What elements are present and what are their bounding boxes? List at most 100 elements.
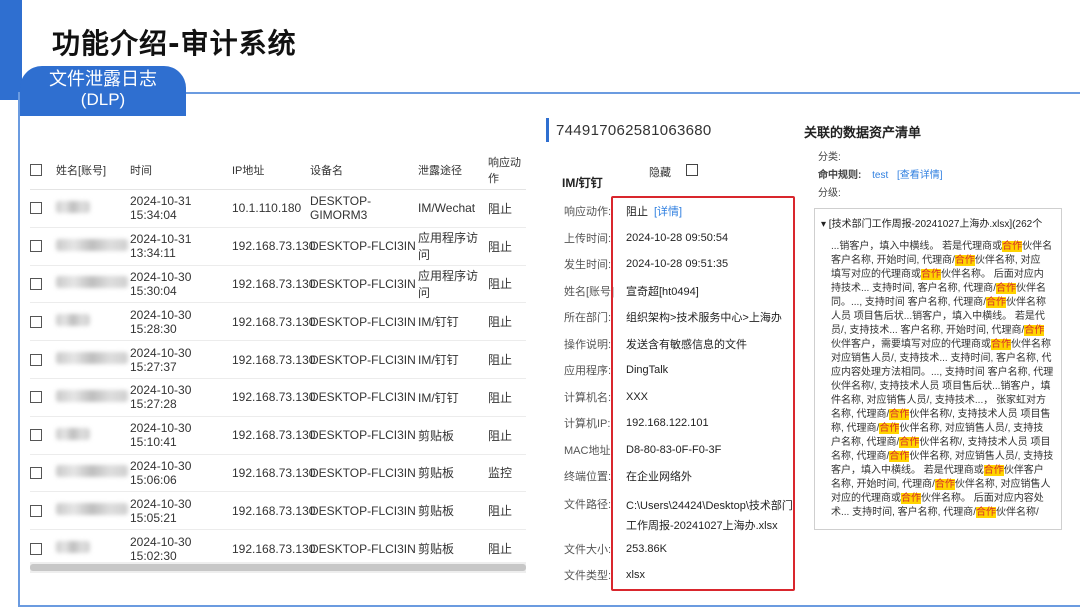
- row-select-checkbox[interactable]: [30, 429, 42, 442]
- row-select-checkbox[interactable]: [30, 240, 42, 253]
- row-device: DESKTOP-FLCI3IN: [310, 428, 416, 443]
- col-header-device[interactable]: 设备名: [310, 162, 418, 178]
- row-path: 应用程序访问: [418, 231, 479, 263]
- asset-file-toggle[interactable]: ▾ [技术部门工作周报-20241027上海办.xlsx](262个: [815, 209, 1061, 234]
- col-header-name[interactable]: 姓名[账号]: [50, 162, 130, 178]
- category-label: 分类:: [818, 152, 841, 163]
- row-select-checkbox[interactable]: [30, 315, 42, 328]
- keyword-highlight: 合作: [983, 465, 1004, 476]
- hide-label: 隐藏: [649, 167, 671, 179]
- snippet-text: 伙伴名称。 后面对应内容处: [921, 493, 1044, 504]
- row-path: 剪贴板: [418, 504, 455, 519]
- snippet-text: 对应的代理商或: [831, 493, 901, 504]
- snippet-text: 伙伴名称, 对应销售人员/, 支持技: [899, 423, 1044, 434]
- row-action: 阻止: [488, 504, 513, 519]
- row-checkbox: [30, 202, 50, 215]
- table-row[interactable]: 2024-10-30 15:06:06 192.168.73.130 DESKTOP…: [30, 455, 526, 493]
- row-time: 2024-10-30 15:28:30: [130, 307, 192, 336]
- snippet-text: 客户，填入中横线。 若是代理商或: [831, 465, 984, 476]
- table-row[interactable]: 2024-10-30 15:28:30 192.168.73.130 DESKTOP…: [30, 303, 526, 342]
- row-name-redacted: [50, 352, 130, 367]
- level-label: 分级:: [818, 188, 841, 199]
- redacted-name: [56, 238, 128, 251]
- row-name-redacted: [50, 541, 130, 556]
- row-select-checkbox[interactable]: [30, 353, 42, 366]
- row-path: 剪贴板: [418, 466, 455, 481]
- row-select-checkbox[interactable]: [30, 504, 42, 517]
- row-time: 2024-10-31 15:34:04: [130, 194, 192, 223]
- row-device: DESKTOP-FLCI3IN: [310, 239, 416, 254]
- snippet-text: 伙伴名称, 对应销售人: [954, 479, 1051, 490]
- row-select-checkbox[interactable]: [30, 391, 42, 404]
- snippet-line: 称, 代理商/合作伙伴名称, 对应销售人员/, 支持技: [831, 422, 1061, 436]
- keyword-highlight: 合作: [1024, 325, 1045, 336]
- row-action: 阻止: [488, 277, 513, 292]
- row-path: 剪贴板: [418, 542, 455, 557]
- snippet-text: 术... 支持时间, 客户名称, 代理商/: [831, 507, 977, 518]
- snippet-line: 件名称, 对应销售人员/, 支持技术...， 张家虹对方: [831, 394, 1061, 408]
- keyword-highlight: 合作: [921, 269, 941, 280]
- snippet-text: 填写对应的代理商或: [831, 269, 921, 280]
- row-action: 阻止: [488, 390, 513, 405]
- table-row[interactable]: 2024-10-30 15:27:37 192.168.73.130 DESKTOP…: [30, 341, 526, 379]
- col-header-time[interactable]: 时间: [130, 162, 232, 178]
- related-assets-panel: 关联的数据资产清单 分类: 命中规则: test [查看详情] 分级: ▾ [技…: [800, 110, 1062, 605]
- row-checkbox: [30, 277, 50, 290]
- snippet-text: 同。..., 支持时间 客户名称, 代理商/: [831, 297, 987, 308]
- snippet-text: 伙伴名称。 后面对应内: [941, 269, 1044, 280]
- snippet-text: 伙伴客户: [1003, 465, 1044, 476]
- hit-rule-value[interactable]: test: [872, 170, 888, 181]
- table-row[interactable]: 2024-10-30 15:10:41 192.168.73.130 DESKTOP…: [30, 417, 526, 455]
- dlp-log-table: 姓名[账号] 时间 IP地址 设备名 泄露途径 响应动作 2024-10-31 …: [30, 150, 526, 568]
- snippet-line: 名称, 开始时间, 代理商/合作伙伴名称, 对应销售人: [831, 478, 1061, 492]
- table-horizontal-scrollbar[interactable]: [30, 562, 526, 573]
- row-name-redacted: [50, 238, 130, 254]
- keyword-highlight: 合作: [889, 451, 910, 462]
- row-select-checkbox[interactable]: [30, 542, 42, 555]
- keyword-highlight: 合作: [986, 297, 1007, 308]
- row-action: 阻止: [488, 542, 513, 557]
- row-device: DESKTOP-FLCI3IN: [310, 503, 416, 518]
- row-path: IM/钉钉: [418, 390, 459, 405]
- hide-checkbox[interactable]: [686, 164, 698, 176]
- snippet-line: 伙伴客户，需要填写对应的代理商或合作伙伴名称: [831, 338, 1061, 352]
- snippet-text: 伙伴名称: [1011, 339, 1051, 350]
- snippet-line: 伙伴名称/, 支持技术人员 项目售后状...销客户，填: [831, 380, 1061, 394]
- row-time: 2024-10-30 15:30:04: [130, 269, 192, 298]
- keyword-highlight: 合作: [1002, 241, 1023, 252]
- row-select-checkbox[interactable]: [30, 202, 42, 215]
- snippet-line: ...销客户，填入中横线。 若是代理商或合作伙伴名: [831, 240, 1061, 254]
- keyword-highlight: 合作: [976, 507, 997, 518]
- col-header-action[interactable]: 响应动作: [488, 154, 526, 186]
- snippet-text: 称, 代理商/: [831, 423, 880, 434]
- row-ip: 192.168.73.130: [232, 390, 316, 405]
- table-row[interactable]: 2024-10-31 15:34:04 10.1.110.180 DESKTOP-G…: [30, 190, 526, 228]
- row-name-redacted: [50, 200, 130, 216]
- row-time: 2024-10-30 15:05:21: [130, 496, 192, 525]
- row-checkbox: [30, 391, 50, 404]
- slide-title: 功能介绍-审计系统: [52, 27, 297, 60]
- snippet-line: 填写对应的代理商或合作伙伴名称。 后面对应内: [831, 268, 1061, 282]
- section-badge: 文件泄露日志 (DLP): [20, 66, 186, 116]
- col-header-ip[interactable]: IP地址: [232, 162, 310, 178]
- row-time: 2024-10-30 15:10:41: [130, 421, 192, 450]
- scrollbar-thumb[interactable]: [30, 564, 526, 571]
- keyword-highlight: 合作: [889, 409, 910, 420]
- redacted-name: [56, 200, 90, 213]
- snippet-text: 员/, 支持技术... 客户名称, 开始时间, 代理商/: [831, 325, 1025, 336]
- row-device: DESKTOP-GIMORM3: [310, 194, 372, 223]
- snippet-text: 伙伴名称: [1006, 297, 1047, 308]
- matched-content-snippet: ...销客户，填入中横线。 若是代理商或合作伙伴名 客户名称, 开始时间, 代理商…: [815, 234, 1061, 520]
- row-select-checkbox[interactable]: [30, 466, 42, 479]
- table-row[interactable]: 2024-10-31 13:34:11 192.168.73.130 DESKTOP…: [30, 228, 526, 266]
- col-header-path[interactable]: 泄露途径: [418, 162, 488, 178]
- row-select-checkbox[interactable]: [30, 277, 42, 290]
- row-ip: 192.168.73.130: [232, 276, 316, 291]
- table-row[interactable]: 2024-10-30 15:27:28 192.168.73.130 DESKTOP…: [30, 379, 526, 417]
- table-row[interactable]: 2024-10-30 15:05:21 192.168.73.130 DESKTOP…: [30, 492, 526, 531]
- table-row[interactable]: 2024-10-30 15:30:04 192.168.73.130 DESKTOP…: [30, 266, 526, 304]
- select-all-checkbox[interactable]: [30, 163, 42, 176]
- redacted-name: [56, 503, 128, 516]
- view-rule-detail-link[interactable]: [查看详情]: [897, 170, 943, 181]
- snippet-text: 伙伴名: [1016, 283, 1047, 294]
